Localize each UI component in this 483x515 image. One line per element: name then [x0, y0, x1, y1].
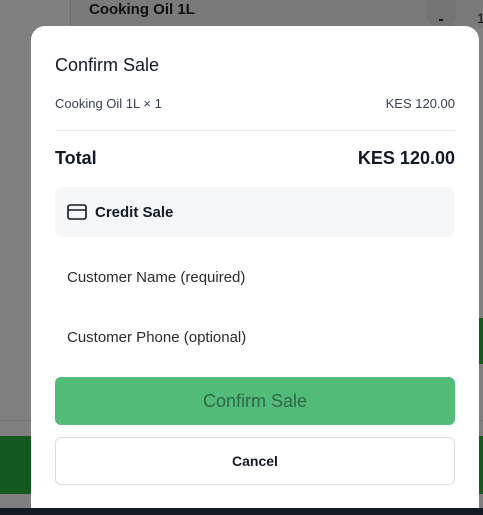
background-qty-count: 1 — [477, 10, 483, 26]
line-item-name: Cooking Oil 1L × 1 — [55, 96, 162, 111]
line-item-price: KES 120.00 — [385, 96, 455, 111]
credit-card-icon — [67, 204, 87, 220]
confirm-sale-dialog: Confirm Sale Cooking Oil 1L × 1 KES 120.… — [31, 26, 479, 508]
background-product-title: Cooking Oil 1L — [89, 1, 195, 18]
customer-phone-input[interactable] — [55, 315, 455, 359]
confirm-sale-button[interactable]: Confirm Sale — [55, 377, 455, 425]
cancel-button[interactable]: Cancel — [55, 437, 455, 485]
total-label: Total — [55, 148, 97, 168]
line-item: Cooking Oil 1L × 1 KES 120.00 — [55, 96, 455, 114]
customer-name-input[interactable] — [55, 255, 455, 299]
total-row: Total KES 120.00 — [55, 148, 455, 170]
background-product-card: Cooking Oil 1L - 1 — [70, 0, 483, 28]
payment-method-label: Credit Sale — [95, 204, 174, 221]
divider — [55, 130, 455, 131]
total-value: KES 120.00 — [357, 148, 455, 168]
payment-method-credit-sale[interactable]: Credit Sale — [55, 187, 455, 237]
background-bottom-bar — [0, 508, 483, 515]
background-qty-minus-button: - — [426, 0, 456, 28]
dialog-title: Confirm Sale — [55, 55, 160, 75]
